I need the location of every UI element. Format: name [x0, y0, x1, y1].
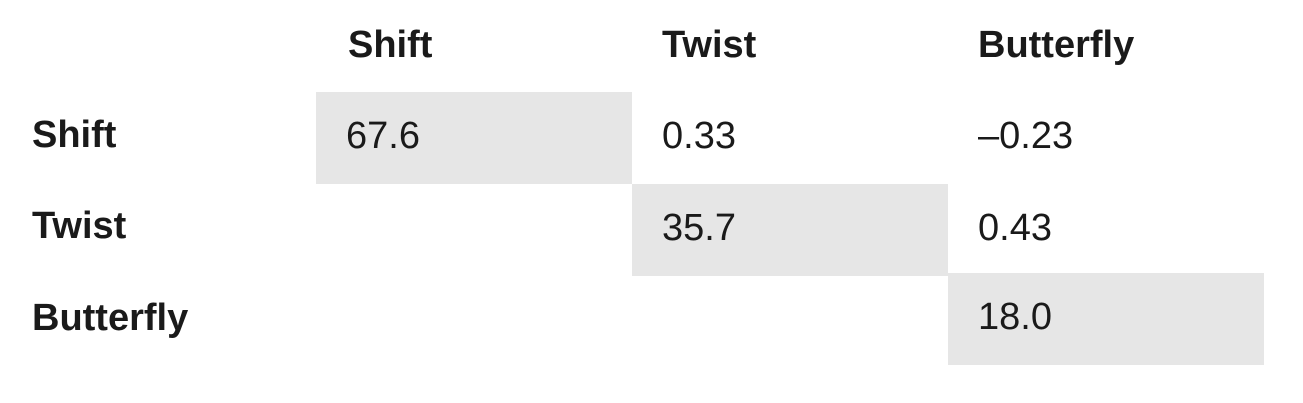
cell-shift-twist: 0.33 — [662, 115, 736, 157]
row-header-shift: Shift — [32, 114, 117, 156]
cell-twist-shift — [316, 184, 632, 276]
covariance-matrix-table: Shift Twist Butterfly Shift Twist Butter… — [0, 0, 1303, 403]
cell-butterfly-shift — [316, 273, 632, 365]
cell-twist-butterfly: 0.43 — [978, 207, 1052, 249]
cell-twist-twist: 35.7 — [632, 184, 948, 276]
cell-shift-butterfly: –0.23 — [978, 115, 1074, 157]
column-header-shift: Shift — [348, 24, 433, 66]
row-header-twist: Twist — [32, 205, 127, 247]
column-header-twist: Twist — [662, 24, 757, 66]
cell-shift-shift: 67.6 — [316, 92, 632, 184]
row-header-butterfly: Butterfly — [32, 297, 189, 339]
cell-butterfly-twist — [632, 273, 948, 365]
column-header-butterfly: Butterfly — [978, 24, 1135, 66]
cell-butterfly-butterfly: 18.0 — [948, 273, 1264, 365]
